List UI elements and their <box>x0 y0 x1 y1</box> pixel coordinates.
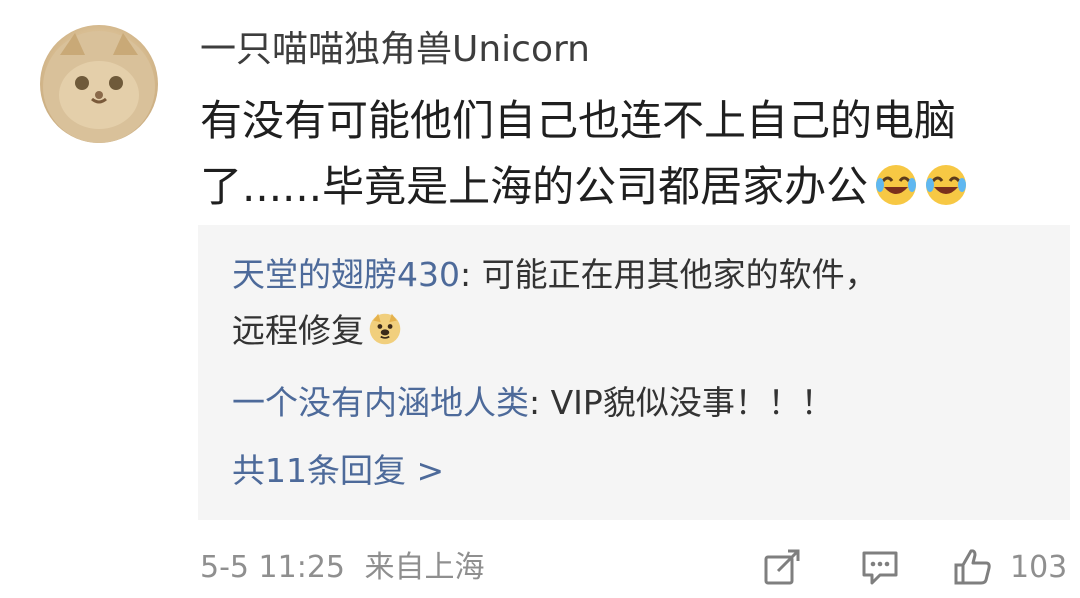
reply-item[interactable]: 天堂的翅膀430: 可能正在用其他家的软件， 远程修复 <box>232 247 1052 359</box>
reply-text-line-1: 可能正在用其他家的软件， <box>481 255 878 294</box>
cat-avatar-icon <box>43 31 155 143</box>
comment-icon[interactable] <box>858 545 902 589</box>
comment-line-2-text: 了......毕竟是上海的公司都居家办公 <box>200 162 869 211</box>
comment-meta: 5-5 11:25 来自上海 <box>200 540 485 596</box>
timestamp: 5-5 11:25 <box>200 550 345 585</box>
comment-author[interactable]: 一只喵喵独角兽Unicorn <box>200 28 590 72</box>
laughing-tears-emoji <box>876 165 917 205</box>
laughing-tears-emoji <box>926 165 967 205</box>
comment-line-1: 有没有可能他们自己也连不上自己的电脑 <box>200 96 957 145</box>
reply-separator: : <box>460 255 482 294</box>
reply-separator: : <box>529 383 551 422</box>
reply-text-line-2: 远程修复 <box>232 311 364 350</box>
like-icon[interactable] <box>950 545 994 589</box>
like-count: 103 <box>1010 550 1068 585</box>
reply-item[interactable]: 一个没有内涵地人类: VIP貌似没事！！！ <box>232 375 1052 431</box>
doge-emoji <box>369 313 401 345</box>
reply-author[interactable]: 天堂的翅膀430 <box>232 255 460 294</box>
location-source: 来自上海 <box>364 550 485 585</box>
reply-author[interactable]: 一个没有内涵地人类 <box>232 383 529 422</box>
avatar[interactable] <box>40 25 158 143</box>
reply-panel: 天堂的翅膀430: 可能正在用其他家的软件， 远程修复 一个没有内涵地人类: V… <box>198 225 1070 520</box>
share-icon[interactable] <box>760 545 804 589</box>
reply-text: VIP貌似没事！！！ <box>550 383 834 422</box>
comment-body: 有没有可能他们自己也连不上自己的电脑 了......毕竟是上海的公司都居家办公 <box>200 88 1020 220</box>
comment-line-2: 了......毕竟是上海的公司都居家办公 <box>200 154 1020 220</box>
more-replies-link[interactable]: 共11条回复 > <box>232 443 444 499</box>
